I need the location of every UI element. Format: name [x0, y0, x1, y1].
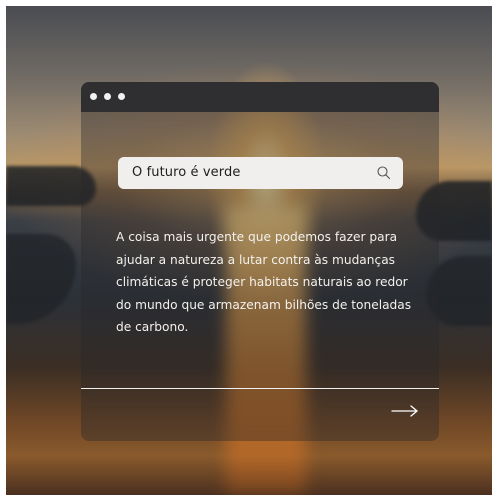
- body-paragraph: A coisa mais urgente que podemos fazer p…: [116, 230, 412, 334]
- search-input[interactable]: O futuro é verde: [132, 165, 240, 180]
- divider: [81, 388, 439, 389]
- arrow-right-icon[interactable]: [391, 404, 419, 418]
- window-dot-icon[interactable]: [118, 93, 125, 100]
- window-dot-icon[interactable]: [90, 93, 97, 100]
- browser-window: O futuro é verde A coisa mais urgente qu…: [81, 82, 439, 441]
- background-photo: O futuro é verde A coisa mais urgente qu…: [6, 6, 492, 495]
- landmass: [6, 234, 76, 324]
- window-dot-icon[interactable]: [104, 93, 111, 100]
- search-bar[interactable]: O futuro é verde: [118, 157, 403, 189]
- search-icon[interactable]: [376, 165, 392, 181]
- window-titlebar: [81, 82, 439, 112]
